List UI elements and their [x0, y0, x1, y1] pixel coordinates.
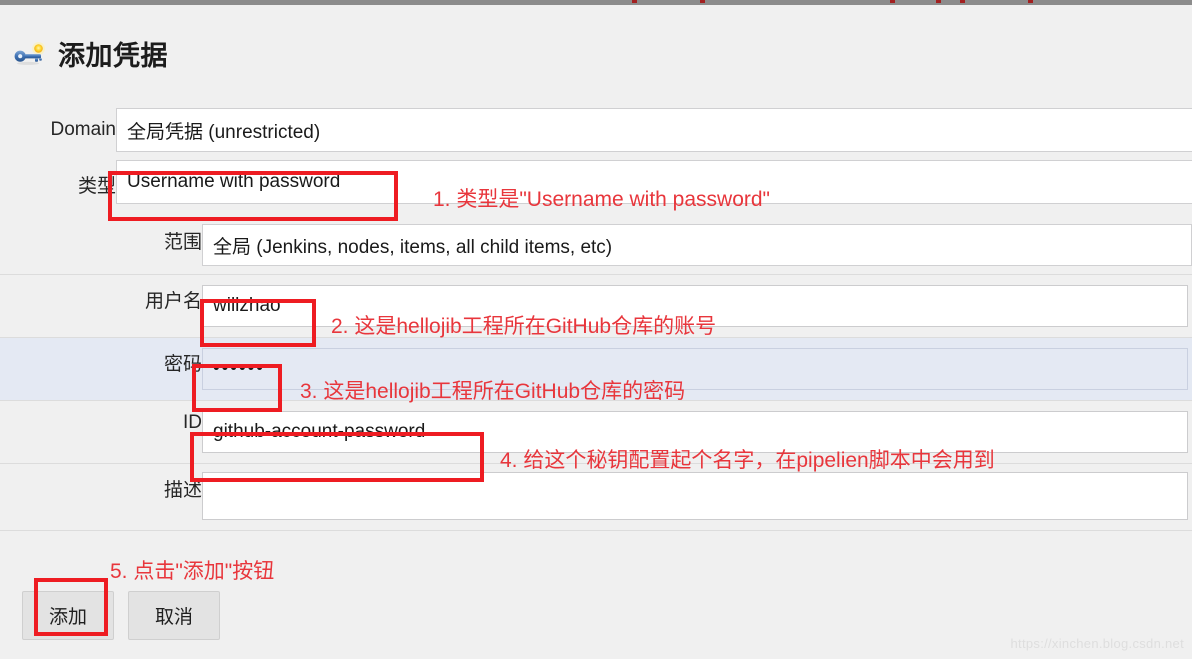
- cut-off-mark: [890, 0, 895, 3]
- cancel-button[interactable]: 取消: [128, 591, 221, 640]
- id-label: ID: [183, 412, 202, 433]
- kind-select-value: Username with password: [127, 171, 341, 192]
- domain-select[interactable]: 全局凭据 (unrestricted): [116, 108, 1192, 152]
- cut-off-mark: [1028, 0, 1033, 3]
- form-row-scope: 范围 全局 (Jenkins, nodes, items, all child …: [0, 216, 1192, 275]
- form-button-bar: 添加 取消: [22, 591, 221, 640]
- kind-label: 类型: [77, 176, 116, 197]
- cut-off-mark: [632, 0, 637, 3]
- annotation-note-4: 4. 给这个秘钥配置起个名字，在pipelien脚本中会用到: [500, 449, 995, 472]
- form-row-domain: Domain 全局凭据 (unrestricted): [0, 108, 1192, 160]
- annotation-note-1: 1. 类型是"Username with password": [433, 188, 771, 211]
- annotation-note-2: 2. 这是hellojib工程所在GitHub仓库的账号: [331, 315, 717, 338]
- page-title-text: 添加凭据: [58, 41, 168, 71]
- cut-off-mark: [960, 0, 965, 3]
- annotation-note-3: 3. 这是hellojib工程所在GitHub仓库的密码: [300, 380, 686, 403]
- domain-select-value: 全局凭据 (unrestricted): [127, 121, 321, 143]
- password-label: 密码: [163, 354, 202, 375]
- scope-label: 范围: [163, 232, 202, 253]
- description-label: 描述: [163, 480, 202, 501]
- cut-off-mark: [700, 0, 705, 3]
- submit-button[interactable]: 添加: [22, 591, 115, 640]
- watermark: https://xinchen.blog.csdn.net: [1010, 636, 1184, 651]
- cut-off-top-bar: [0, 0, 1192, 5]
- cut-off-mark: [936, 0, 941, 3]
- annotation-note-5: 5. 点击"添加"按钮: [110, 560, 275, 583]
- username-label: 用户名: [144, 291, 202, 312]
- form-row-description: 描述: [0, 464, 1192, 531]
- scope-select-value: 全局 (Jenkins, nodes, items, all child ite…: [213, 236, 613, 258]
- description-textarea[interactable]: [202, 472, 1188, 520]
- password-masked-value: ••••••: [213, 358, 265, 379]
- key-icon: [14, 41, 48, 66]
- domain-label: Domain: [50, 119, 116, 140]
- page-title: 添加凭据: [14, 34, 168, 73]
- scope-select[interactable]: 全局 (Jenkins, nodes, items, all child ite…: [202, 224, 1192, 266]
